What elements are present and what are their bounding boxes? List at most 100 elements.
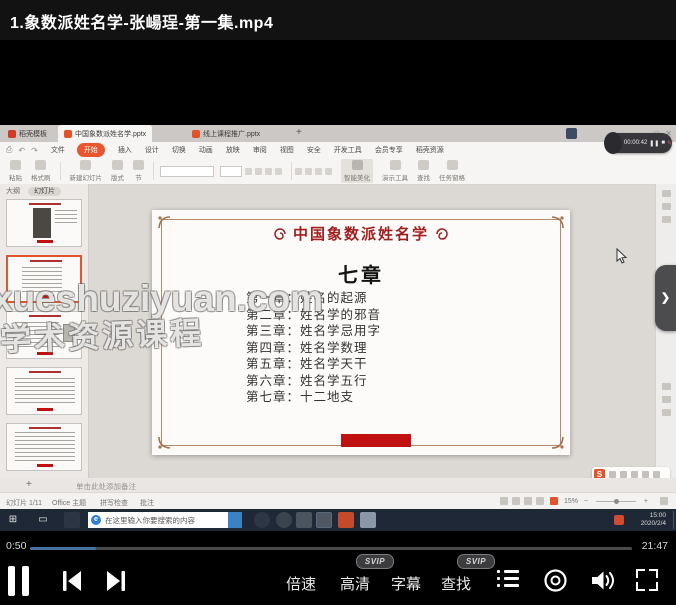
menu-security[interactable]: 安全: [307, 145, 321, 155]
speed-button[interactable]: 倍速: [286, 573, 316, 594]
tab-docer-templates[interactable]: 稻壳模板: [2, 125, 53, 142]
notes-placeholder[interactable]: 单击此处添加备注: [76, 481, 136, 492]
tool-icon[interactable]: [631, 471, 638, 478]
menu-devtools[interactable]: 开发工具: [334, 145, 362, 155]
pinned-app-icon[interactable]: [64, 512, 80, 528]
align-left-icon[interactable]: [295, 168, 302, 175]
underline-icon[interactable]: [265, 168, 272, 175]
redo-icon[interactable]: ↷: [31, 146, 38, 155]
tray-app-icon[interactable]: [614, 515, 624, 525]
sidebar-icon[interactable]: [662, 383, 671, 390]
sorter-view-icon[interactable]: [512, 497, 520, 505]
presentation-tools-button[interactable]: 演示工具: [382, 160, 408, 182]
subtitle-button[interactable]: 字幕: [391, 573, 421, 594]
menu-insert[interactable]: 插入: [118, 145, 132, 155]
wechat-icon[interactable]: [296, 512, 312, 528]
zoom-in-button[interactable]: +: [644, 498, 648, 505]
menu-docer[interactable]: 稻壳资源: [416, 145, 444, 155]
task-pane-button[interactable]: 任务窗格: [439, 160, 465, 182]
comment-label[interactable]: 批注: [140, 498, 154, 508]
taskbar-search-box[interactable]: e 在这里输入你要搜索的内容: [88, 512, 228, 528]
outline-tab[interactable]: 大纲: [6, 188, 20, 195]
volume-button[interactable]: [590, 569, 615, 592]
bullets-icon[interactable]: [325, 168, 332, 175]
show-desktop-button[interactable]: [673, 511, 674, 529]
recorder-stop-icon[interactable]: ■: [661, 140, 665, 146]
zoom-out-button[interactable]: −: [584, 498, 588, 505]
start-button[interactable]: ⊞: [6, 513, 20, 527]
new-tab-button[interactable]: +: [296, 127, 302, 138]
slide-canvas[interactable]: 中国象数派姓名学 七章 第一章：姓名的起源 第二章：姓名学的邪音 第三章：姓名学…: [152, 210, 570, 455]
save-icon[interactable]: ⎙: [6, 145, 12, 155]
align-right-icon[interactable]: [315, 168, 322, 175]
play-from-start-icon[interactable]: [550, 497, 558, 505]
pause-button[interactable]: [8, 558, 44, 605]
presentation-app-icon[interactable]: [338, 512, 354, 528]
active-app-icon[interactable]: [316, 512, 332, 528]
align-center-icon[interactable]: [305, 168, 312, 175]
slide-thumbnail-1[interactable]: [6, 199, 82, 247]
sidebar-icon[interactable]: [662, 203, 671, 210]
sidebar-icon[interactable]: [662, 216, 671, 223]
find-button[interactable]: 查找: [417, 160, 430, 182]
menu-member[interactable]: 会员专享: [375, 145, 403, 155]
slides-tab[interactable]: 幻灯片: [28, 187, 61, 196]
spellcheck-label[interactable]: 拼写检查: [100, 498, 128, 508]
taskbar-clock[interactable]: 15:00 2020/2/4: [641, 512, 666, 528]
slide-thumbnail-4[interactable]: [6, 367, 82, 415]
playlist-button[interactable]: [497, 570, 519, 589]
recorder-knob[interactable]: [604, 132, 622, 154]
sidebar-icon[interactable]: [662, 190, 671, 197]
recorder-pen-icon[interactable]: ✎: [667, 140, 672, 147]
tab-document-2[interactable]: 线上课程推广.pptx: [186, 125, 266, 142]
menu-file[interactable]: 文件: [51, 145, 65, 155]
tool-icon[interactable]: [653, 471, 660, 478]
undo-icon[interactable]: ↶: [18, 146, 25, 155]
menu-review[interactable]: 审阅: [253, 145, 267, 155]
screen-recorder-overlay[interactable]: 00:00:42 ❚❚ ■ ✎: [606, 133, 672, 153]
task-view-button[interactable]: ▭: [36, 513, 50, 527]
menu-home-active[interactable]: 开始: [77, 143, 105, 157]
font-size-box[interactable]: [220, 166, 242, 177]
tab-document-active[interactable]: 中国象数派姓名学.pptx: [58, 125, 152, 142]
tool-icon[interactable]: [620, 471, 627, 478]
reading-view-icon[interactable]: [524, 497, 532, 505]
sidebar-icon[interactable]: [662, 409, 671, 416]
section-button[interactable]: 节: [133, 160, 144, 182]
sidebar-icon[interactable]: [662, 396, 671, 403]
smart-beautify-button[interactable]: 智能美化: [341, 159, 373, 183]
menu-slideshow[interactable]: 放映: [226, 145, 240, 155]
normal-view-icon[interactable]: [500, 497, 508, 505]
bold-icon[interactable]: [245, 168, 252, 175]
recorder-pause-icon[interactable]: ❚❚: [649, 140, 659, 147]
video-frame[interactable]: 稻壳模板 中国象数派姓名学.pptx 线上课程推广.pptx + ─ □ ✕ ⎙…: [0, 125, 676, 531]
menu-transition[interactable]: 切换: [172, 145, 186, 155]
slideshow-icon[interactable]: [536, 497, 544, 505]
menu-design[interactable]: 设计: [145, 145, 159, 155]
fit-slide-icon[interactable]: [660, 497, 668, 505]
layout-button[interactable]: 版式: [111, 160, 124, 182]
app-icon-round[interactable]: [254, 512, 270, 528]
seek-bar[interactable]: [30, 547, 632, 550]
zoom-slider[interactable]: [596, 501, 636, 502]
user-avatar[interactable]: [566, 128, 577, 139]
search-button[interactable]: [228, 512, 242, 528]
menu-animation[interactable]: 动画: [199, 145, 213, 155]
tool-icon[interactable]: [609, 471, 616, 478]
fullscreen-button[interactable]: [636, 569, 658, 591]
next-button[interactable]: [104, 569, 128, 593]
folder-icon[interactable]: [360, 512, 376, 528]
record-button[interactable]: [543, 568, 568, 593]
menu-view[interactable]: 视图: [280, 145, 294, 155]
paste-button[interactable]: 粘贴: [9, 160, 22, 182]
new-slide-button[interactable]: 新建幻灯片: [70, 160, 103, 182]
previous-button[interactable]: [60, 569, 84, 593]
zoom-knob[interactable]: [614, 499, 619, 504]
italic-icon[interactable]: [255, 168, 262, 175]
format-painter-button[interactable]: 格式刷: [31, 160, 51, 182]
find-button[interactable]: 查找: [441, 573, 471, 594]
slide-thumbnail-5[interactable]: [6, 423, 82, 471]
app-icon-round[interactable]: [276, 512, 292, 528]
quality-button[interactable]: 高清: [340, 573, 370, 594]
font-color-icon[interactable]: [275, 168, 282, 175]
